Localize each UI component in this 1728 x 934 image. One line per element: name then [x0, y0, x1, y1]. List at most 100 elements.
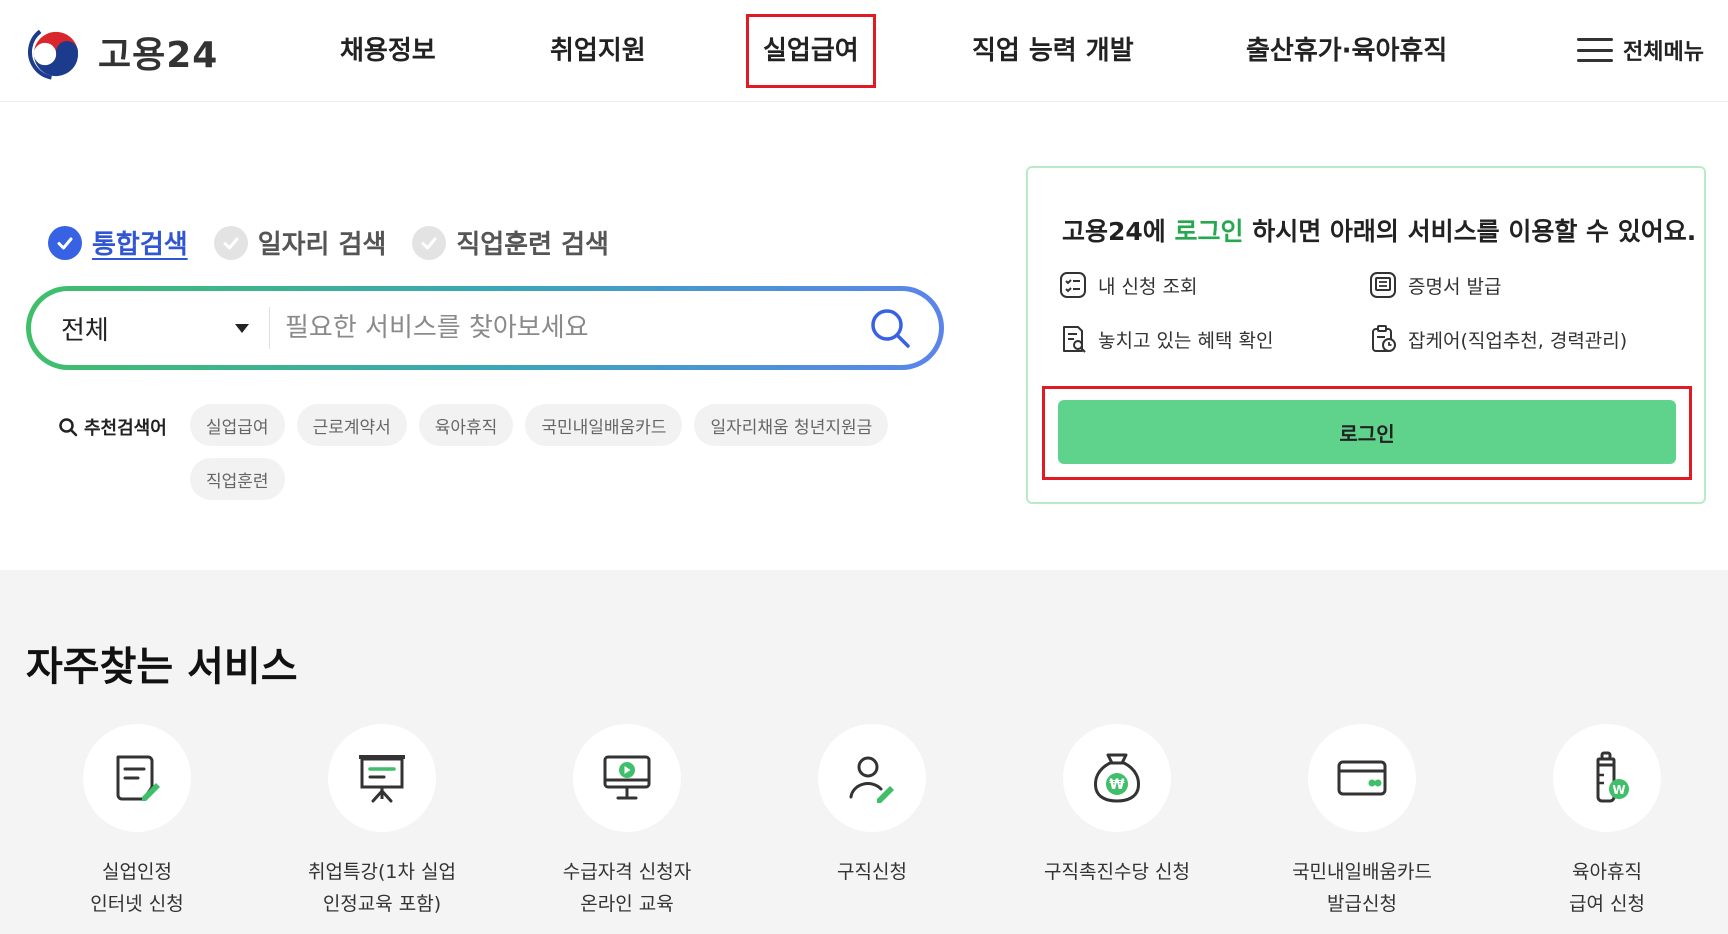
card-icon — [1337, 760, 1387, 796]
monitor-play-icon — [603, 755, 651, 800]
service-card-parental-leave-benefit[interactable]: W 육아휴직 급여 신청 — [1507, 724, 1707, 920]
search-box: 전체 — [26, 286, 944, 370]
service-card-line1: 취업특강(1차 실업 — [308, 861, 456, 883]
keyword-chip[interactable]: 실업급여 — [190, 404, 285, 446]
taegeuk-logo-icon — [27, 24, 84, 80]
service-card-line2: 급여 신청 — [1569, 893, 1645, 915]
keyword-chips: 실업급여 근로계약서 육아휴직 국민내일배움카드 일자리채움 청년지원금 직업훈… — [190, 404, 920, 500]
service-label: 잡케어(직업추천, 경력관리) — [1408, 329, 1628, 352]
service-card-line1: 실업인정 — [102, 861, 172, 883]
tab-label: 일자리 검색 — [257, 230, 387, 260]
login-panel-title: 고용24에 로그인 하시면 아래의 서비스를 이용할 수 있어요. — [1062, 212, 1696, 248]
all-menu-label: 전체메뉴 — [1623, 40, 1704, 65]
service-icon-circle — [818, 724, 926, 832]
service-my-applications[interactable]: 내 신청 조회 — [1058, 270, 1197, 300]
hamburger-icon — [1577, 38, 1614, 62]
tab-label: 직업훈련 검색 — [456, 230, 609, 260]
check-circle-icon — [48, 225, 82, 260]
keyword-chip[interactable]: 근로계약서 — [296, 404, 407, 446]
certificate-icon — [1370, 272, 1396, 298]
frequent-services-title: 자주찾는 서비스 — [26, 644, 298, 690]
service-icon-circle: W — [1553, 724, 1661, 832]
keyword-chip[interactable]: 일자리채움 청년지원금 — [694, 404, 889, 446]
search-divider — [269, 307, 270, 349]
service-card-line2: 인터넷 신청 — [90, 893, 184, 915]
search-inner: 전체 — [31, 291, 939, 365]
service-icon-circle: ₩ — [1063, 724, 1171, 832]
person-edit-icon — [849, 756, 894, 803]
service-card-line1: 수급자격 신청자 — [562, 861, 692, 883]
service-card-line2: 인정교육 포함) — [322, 893, 442, 915]
search-category-select[interactable]: 전체 — [61, 291, 261, 365]
login-title-highlight[interactable]: 로그인 — [1175, 217, 1244, 246]
login-title-pre: 고용24에 — [1062, 217, 1175, 246]
service-card-line1: 구직촉진수당 신청 — [1044, 861, 1190, 883]
service-card-label: 취업특강(1차 실업 인정교육 포함) — [282, 856, 482, 920]
logo-text: 고용24 — [98, 35, 219, 76]
logo[interactable]: 고용24 — [26, 22, 218, 82]
search-small-icon — [59, 418, 78, 437]
search-category-value: 전체 — [61, 315, 109, 346]
svg-text:W: W — [1612, 783, 1625, 797]
nav-item-jobs[interactable]: 채용정보 — [340, 30, 436, 67]
service-card-online-education[interactable]: 수급자격 신청자 온라인 교육 — [527, 724, 727, 920]
search-icon[interactable] — [867, 305, 913, 351]
service-card-label: 구직촉진수당 신청 — [1017, 856, 1217, 888]
keyword-chip[interactable]: 육아휴직 — [418, 404, 514, 446]
service-card-line1: 육아휴직 — [1572, 861, 1642, 883]
check-circle-icon — [412, 225, 447, 260]
login-title-post: 하시면 아래의 서비스를 이용할 수 있어요. — [1243, 217, 1697, 246]
check-circle-icon — [213, 225, 248, 260]
service-card-unemployment-recognition[interactable]: 실업인정 인터넷 신청 — [37, 724, 237, 920]
service-card-employment-lecture[interactable]: 취업특강(1차 실업 인정교육 포함) — [282, 724, 482, 920]
service-card-learning-card[interactable]: 국민내일배움카드 발급신청 — [1262, 724, 1462, 920]
tab-job-search[interactable]: 일자리 검색 — [213, 224, 387, 261]
nav-item-skills-development[interactable]: 직업 능력 개발 — [972, 30, 1134, 67]
clipboard-clock-icon — [1372, 325, 1396, 352]
presentation-icon — [359, 755, 405, 803]
tab-label: 통합검색 — [92, 230, 188, 260]
money-bag-icon: ₩ — [1094, 753, 1140, 803]
service-icon-circle — [1308, 724, 1416, 832]
service-card-job-application[interactable]: 구직신청 — [772, 724, 972, 888]
tab-integrated-search[interactable]: 통합검색 — [48, 224, 188, 261]
search-input[interactable] — [285, 303, 865, 353]
service-label: 내 신청 조회 — [1098, 275, 1198, 298]
search-tabs: 통합검색 일자리 검색 직업훈련 검색 — [48, 224, 609, 261]
service-card-label: 구직신청 — [772, 856, 972, 888]
nav-item-employment-support[interactable]: 취업지원 — [550, 30, 646, 67]
nav-item-parental-leave[interactable]: 출산휴가·육아휴직 — [1246, 30, 1447, 67]
tab-training-search[interactable]: 직업훈련 검색 — [412, 224, 609, 261]
keyword-chip[interactable]: 국민내일배움카드 — [525, 404, 683, 446]
service-label: 놓치고 있는 혜택 확인 — [1098, 329, 1274, 352]
frequent-services-section: 자주찾는 서비스 실업인정 인터넷 신청 취업특강(1차 실업 인정교육 포함)… — [0, 570, 1728, 934]
service-card-line1: 국민내일배움카드 — [1292, 861, 1432, 883]
service-icon-circle — [83, 724, 191, 832]
all-menu-button[interactable]: 전체메뉴 — [1577, 34, 1704, 66]
service-card-label: 국민내일배움카드 발급신청 — [1262, 856, 1462, 920]
service-card-label: 육아휴직 급여 신청 — [1507, 856, 1707, 920]
document-search-icon — [1063, 326, 1086, 353]
recommended-label: 추천검색어 — [58, 414, 167, 440]
service-label: 증명서 발급 — [1408, 275, 1502, 298]
service-icon-circle — [328, 724, 436, 832]
keyword-chip[interactable]: 직업훈련 — [190, 458, 285, 500]
recommended-label-text: 추천검색어 — [84, 418, 167, 439]
service-missed-benefits[interactable]: 놓치고 있는 혜택 확인 — [1058, 324, 1273, 354]
service-card-line2: 온라인 교육 — [580, 893, 674, 915]
site-header: 고용24 채용정보 취업지원 실업급여 직업 능력 개발 출산휴가·육아휴직 전… — [0, 0, 1728, 102]
list-icon — [1060, 272, 1086, 298]
service-card-line2: 발급신청 — [1327, 893, 1397, 915]
service-card-line1: 구직신청 — [837, 861, 907, 883]
service-card-label: 실업인정 인터넷 신청 — [37, 856, 237, 920]
service-icon-circle — [573, 724, 681, 832]
baby-bottle-icon: W — [1596, 751, 1629, 803]
caret-down-icon — [235, 323, 249, 333]
svg-text:₩: ₩ — [1109, 777, 1125, 793]
document-edit-icon — [116, 755, 160, 801]
service-jobcare[interactable]: 잡케어(직업추천, 경력관리) — [1368, 324, 1627, 354]
service-certificate[interactable]: 증명서 발급 — [1368, 270, 1501, 300]
service-card-label: 수급자격 신청자 온라인 교육 — [527, 856, 727, 920]
service-card-job-promotion-allowance[interactable]: ₩ 구직촉진수당 신청 — [1017, 724, 1217, 888]
login-button[interactable]: 로그인 — [1058, 400, 1676, 464]
